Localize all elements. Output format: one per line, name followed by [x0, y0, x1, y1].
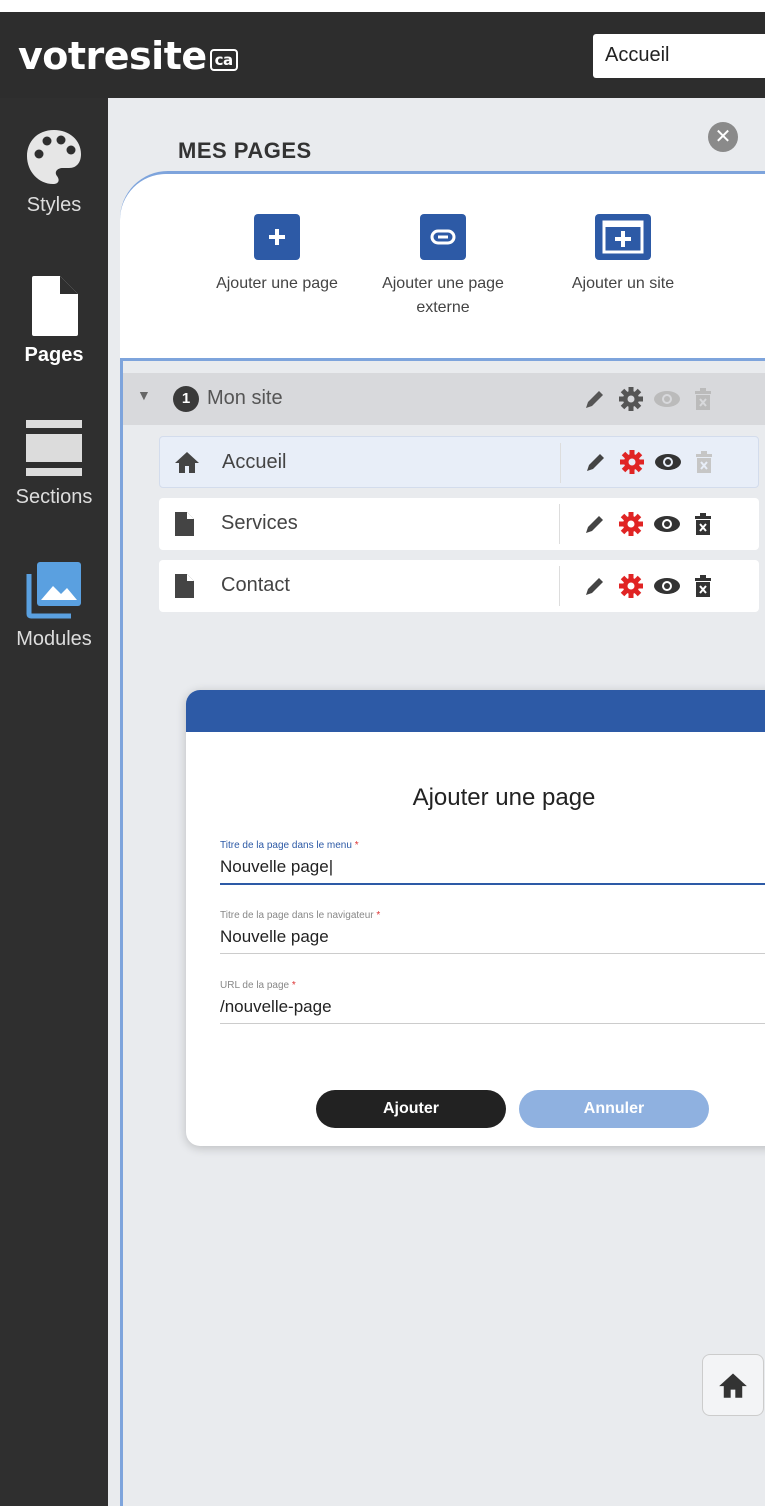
menu-title-input[interactable]: Nouvelle page|: [220, 857, 765, 885]
url-field[interactable]: URL de la page * /nouvelle-page: [220, 980, 765, 1024]
add-site-label: Ajouter un site: [571, 275, 675, 292]
required-marker: *: [291, 980, 296, 991]
field-label: URL de la page *: [220, 980, 765, 991]
close-icon[interactable]: ✕: [708, 122, 738, 152]
add-page-dialog: Ajouter une page Titre de la page dans l…: [186, 690, 765, 1146]
page-icon: [32, 276, 78, 336]
add-site-icon: [595, 214, 651, 260]
actions-card: Ajouter une page Ajouter une page extern…: [120, 174, 765, 360]
sidebar: Styles Pages Sections Modules: [0, 98, 108, 1506]
gear-icon[interactable]: [613, 570, 649, 602]
document-icon: [173, 573, 195, 604]
sidebar-item-styles[interactable]: Styles: [0, 126, 108, 217]
sidebar-item-pages[interactable]: Pages: [0, 274, 108, 367]
panel-title: MES PAGES: [178, 138, 312, 163]
top-bar: votresite ca Accueil: [0, 0, 765, 98]
divider: [559, 566, 560, 606]
logo-text: votresite: [18, 34, 207, 78]
field-label-text: URL de la page: [220, 980, 290, 991]
dialog-header: [186, 690, 765, 732]
sidebar-item-label: Modules: [16, 628, 92, 650]
gear-icon[interactable]: [614, 446, 650, 478]
trash-icon[interactable]: [685, 570, 721, 602]
page-select[interactable]: Accueil: [593, 34, 765, 78]
dialog-title: Ajouter une page: [412, 784, 596, 811]
add-site-button[interactable]: Ajouter un site: [548, 214, 698, 296]
pencil-icon[interactable]: [577, 508, 613, 540]
url-input[interactable]: /nouvelle-page: [220, 997, 765, 1024]
divider: [559, 504, 560, 544]
field-label: Titre de la page dans le navigateur *: [220, 910, 765, 921]
pages-panel: MES PAGES ✕ Ajouter une page Ajouter une…: [108, 98, 765, 1506]
eye-icon[interactable]: [649, 570, 685, 602]
trash-icon[interactable]: [686, 446, 722, 478]
pencil-icon[interactable]: [578, 446, 614, 478]
menu-title-field[interactable]: Titre de la page dans le menu * Nouvelle…: [220, 840, 765, 885]
page-name: Accueil: [222, 451, 287, 473]
sections-icon: [26, 420, 82, 476]
add-page-button[interactable]: Ajouter une page: [212, 214, 342, 296]
caret-down-icon[interactable]: ▼: [137, 387, 151, 403]
gear-icon[interactable]: [613, 508, 649, 540]
logo-tld: ca: [209, 49, 238, 71]
sidebar-item-label: Pages: [24, 344, 84, 366]
logo[interactable]: votresite ca: [18, 34, 238, 78]
submit-button[interactable]: Ajouter: [316, 1090, 506, 1128]
add-external-page-label: Ajouter une page externe: [382, 275, 504, 316]
trash-icon[interactable]: [685, 508, 721, 540]
page-name: Contact: [221, 574, 290, 596]
pencil-icon[interactable]: [577, 570, 613, 602]
trash-icon[interactable]: [685, 383, 721, 415]
link-icon: [420, 214, 466, 260]
top-border: [0, 0, 765, 12]
image-icon: [26, 562, 81, 619]
eye-icon[interactable]: [649, 508, 685, 540]
browser-title-field[interactable]: Titre de la page dans le navigateur * No…: [220, 910, 765, 954]
site-number-badge: 1: [173, 386, 199, 412]
eye-icon[interactable]: [650, 446, 686, 478]
sidebar-item-sections[interactable]: Sections: [0, 418, 108, 509]
pencil-icon[interactable]: [577, 383, 613, 415]
actions-divider: [120, 358, 765, 361]
plus-icon: [254, 214, 300, 260]
field-label-text: Titre de la page dans le navigateur: [220, 910, 374, 921]
tree-root-row[interactable]: ▼ 1 Mon site: [123, 373, 765, 425]
cancel-button[interactable]: Annuler: [519, 1090, 709, 1128]
page-name: Services: [221, 512, 298, 534]
home-icon: [174, 450, 200, 479]
field-label-text: Titre de la page dans le menu: [220, 840, 352, 851]
field-label: Titre de la page dans le menu *: [220, 840, 765, 851]
document-icon: [173, 511, 195, 542]
browser-title-input[interactable]: Nouvelle page: [220, 927, 765, 954]
page-row-accueil[interactable]: Accueil: [159, 436, 759, 488]
add-page-label: Ajouter une page: [216, 275, 338, 292]
add-external-page-button[interactable]: Ajouter une page externe: [378, 214, 508, 320]
page-row-services[interactable]: Services: [159, 498, 759, 550]
home-icon: [719, 1373, 747, 1398]
divider: [560, 443, 561, 483]
required-marker: *: [376, 910, 381, 921]
sidebar-item-label: Styles: [26, 194, 82, 216]
palette-icon: [27, 130, 81, 184]
eye-icon[interactable]: [649, 383, 685, 415]
sidebar-item-label: Sections: [15, 486, 93, 508]
home-button[interactable]: [702, 1354, 764, 1416]
sidebar-item-modules[interactable]: Modules: [0, 560, 108, 651]
required-marker: *: [354, 840, 359, 851]
site-name: Mon site: [207, 387, 283, 409]
page-row-contact[interactable]: Contact: [159, 560, 759, 612]
gear-icon[interactable]: [613, 383, 649, 415]
